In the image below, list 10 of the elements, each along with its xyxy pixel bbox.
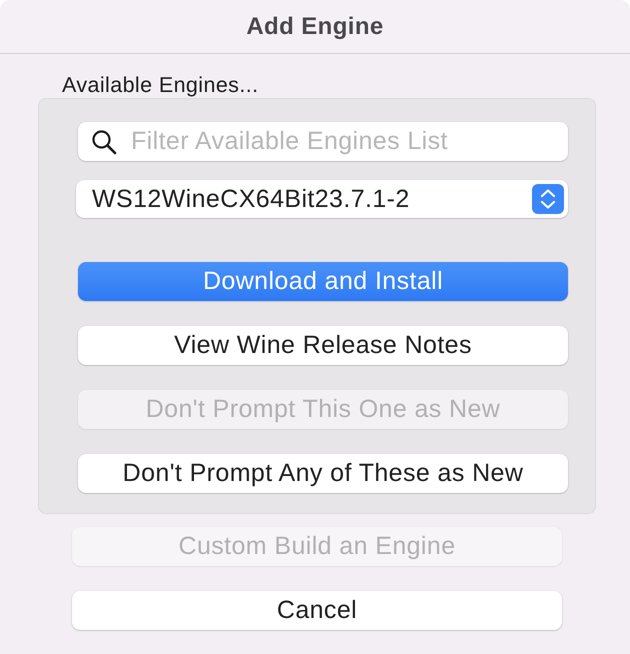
stepper-icon xyxy=(532,184,564,214)
action-button[interactable]: Don't Prompt Any of These as New xyxy=(78,454,568,493)
engine-dropdown[interactable]: WS12WineCX64Bit23.7.1-2 xyxy=(76,180,568,218)
search-icon xyxy=(91,129,117,155)
group-label: Available Engines... xyxy=(62,73,258,97)
action-button[interactable]: Cancel xyxy=(72,591,562,630)
action-button[interactable]: View Wine Release Notes xyxy=(78,326,568,365)
window-title: Add Engine xyxy=(246,12,384,40)
search-field[interactable]: Filter Available Engines List xyxy=(78,122,568,161)
action-button[interactable]: Download and Install xyxy=(78,262,568,301)
